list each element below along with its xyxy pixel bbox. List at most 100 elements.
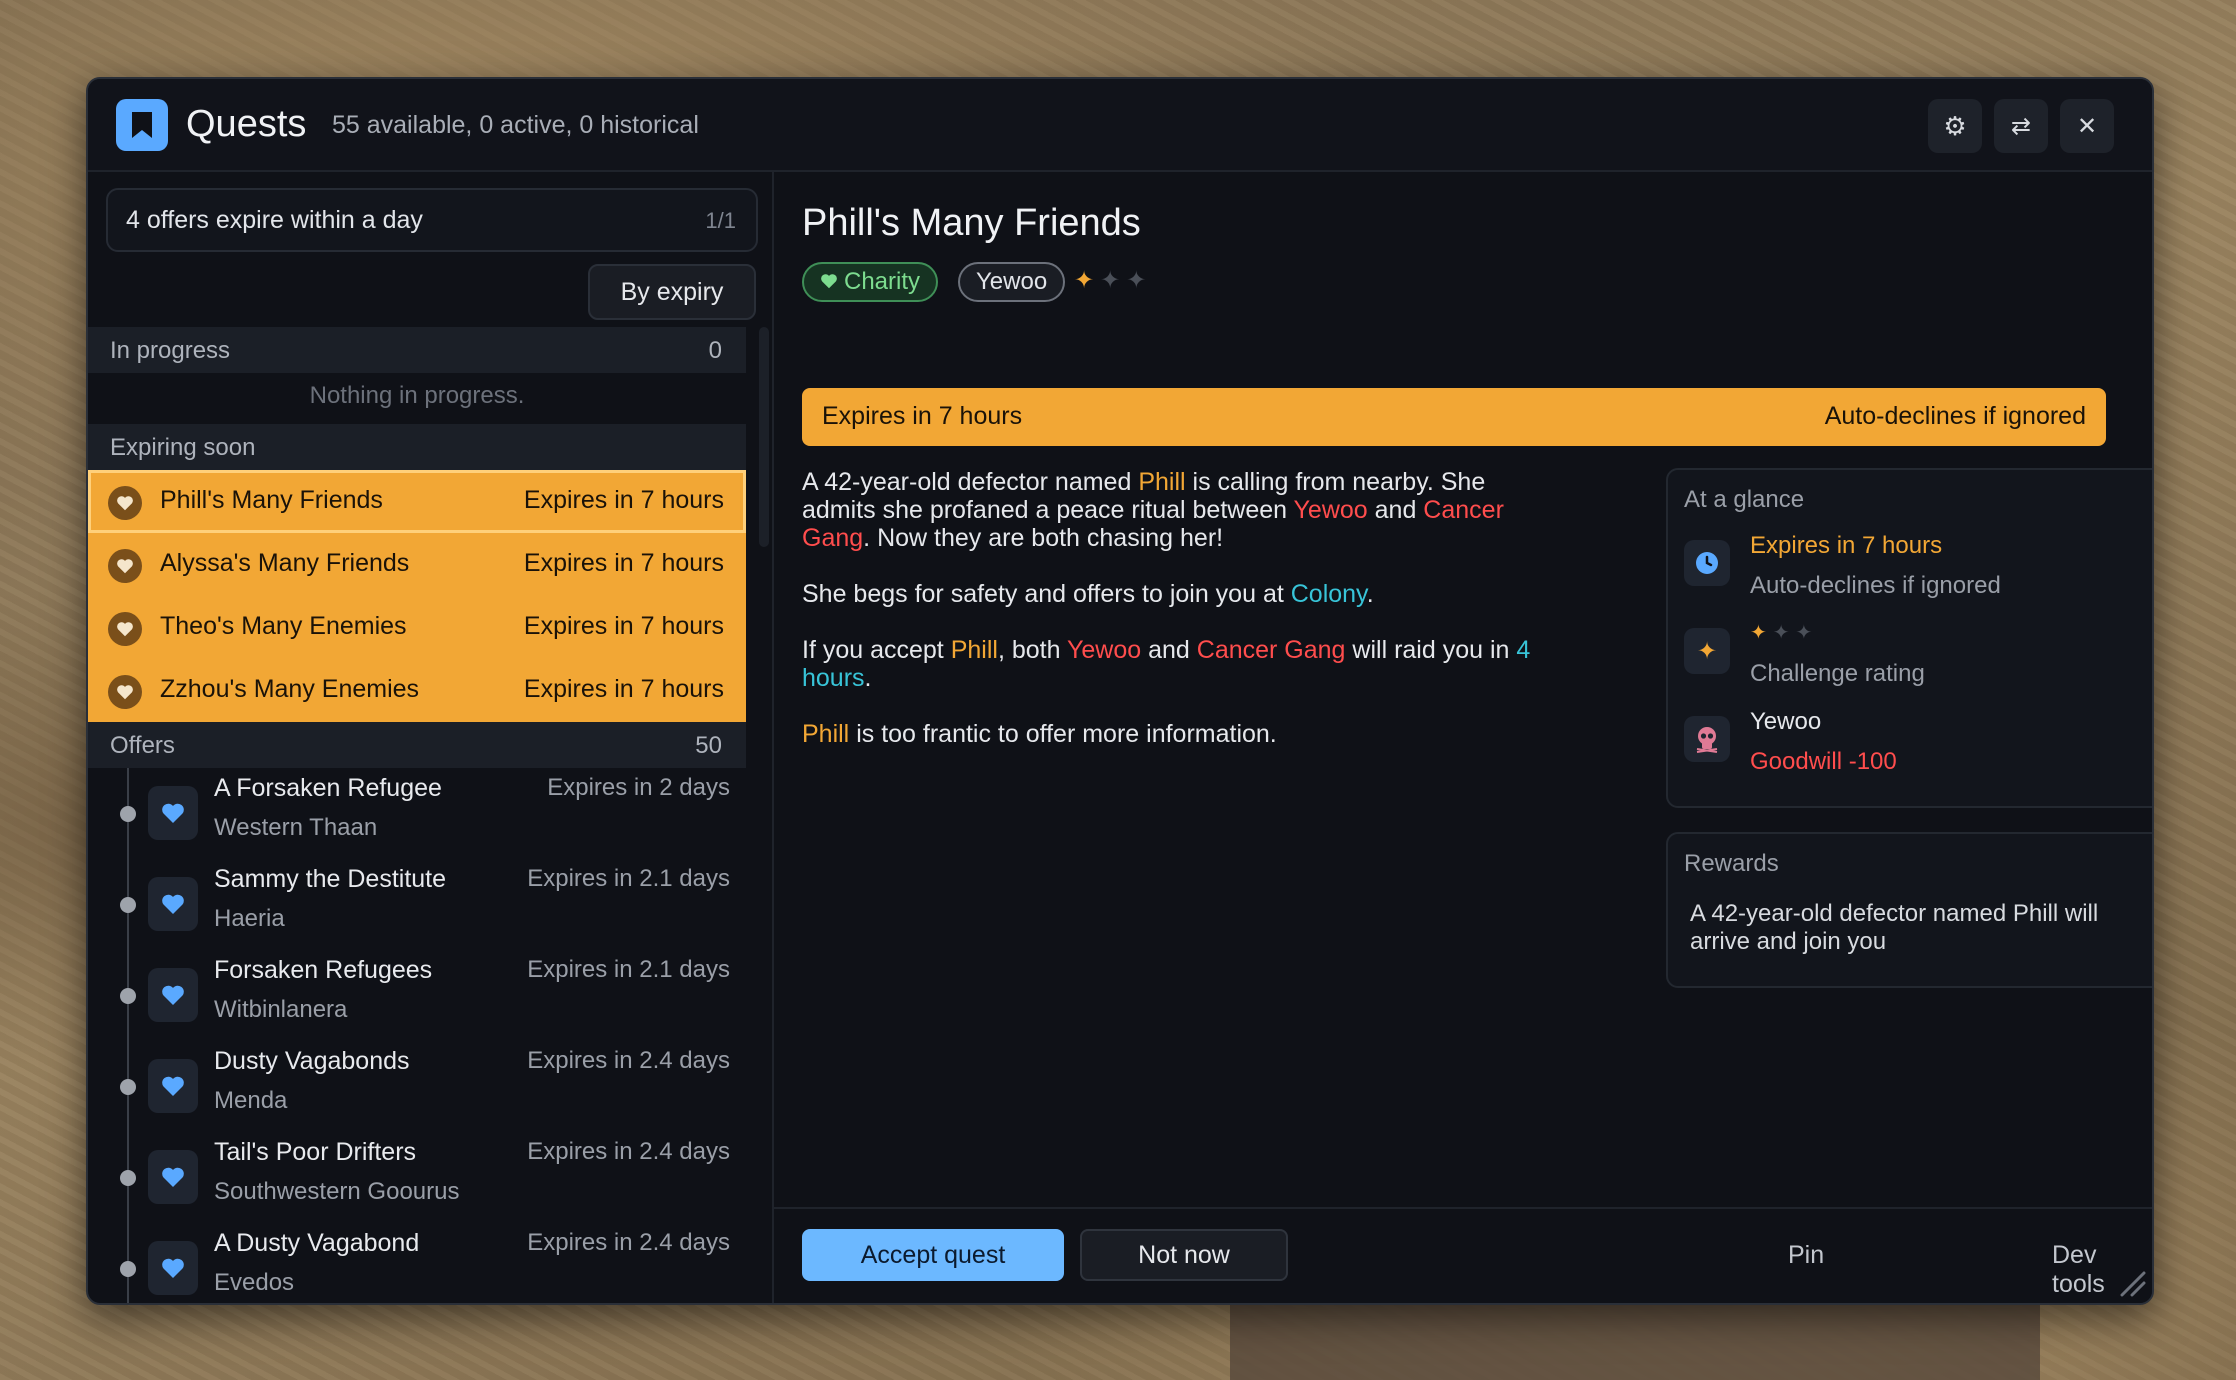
- quest-expiry: Expires in 2.4 days: [527, 1047, 730, 1074]
- quest-name: A Dusty Vagabond: [214, 1229, 420, 1257]
- quest-name: Forsaken Refugees: [214, 956, 433, 984]
- glance-expiry: Expires in 7 hours: [1750, 532, 1943, 559]
- quest-expiry: Expires in 7 hours: [523, 612, 724, 640]
- gear-icon: ⚙: [1943, 110, 1967, 141]
- not-now-button[interactable]: Not now: [1080, 1229, 1288, 1281]
- quest-expiry: Expires in 2.4 days: [527, 1229, 730, 1256]
- quest-name: Theo's Many Enemies: [160, 612, 407, 640]
- star-icon: ✦: [1074, 267, 1101, 294]
- quest-description: A 42-year-old defector named Phill is ca…: [802, 468, 1532, 776]
- list-item[interactable]: Alyssa's Many Friends Expires in 7 hours: [88, 533, 746, 596]
- resize-handle-icon[interactable]: [2116, 1267, 2146, 1297]
- list-item[interactable]: Theo's Many Enemies Expires in 7 hours: [88, 596, 746, 659]
- list-item[interactable]: Dusty Vagabonds Menda Expires in 2.4 day…: [88, 1041, 746, 1132]
- section-offers: Offers 50: [88, 722, 746, 768]
- faction-tag[interactable]: Yewoo: [958, 262, 1066, 302]
- quest-expiry: Expires in 2.4 days: [527, 1138, 730, 1165]
- challenge-stars: ✦✦✦: [1074, 266, 1152, 295]
- glance-goodwill: Goodwill -100: [1750, 748, 1897, 775]
- glance-faction[interactable]: Yewoo: [1750, 708, 1821, 736]
- card-header: Rewards: [1684, 850, 1779, 877]
- quest-name: Tail's Poor Drifters: [214, 1138, 417, 1166]
- map-structure: [1230, 1300, 2040, 1380]
- description-paragraph: If you accept Phill, both Yewoo and Canc…: [802, 636, 1531, 692]
- list-item[interactable]: Forsaken Refugees Witbinlanera Expires i…: [88, 950, 746, 1041]
- close-button[interactable]: ✕: [2060, 99, 2114, 153]
- heart-icon: [108, 675, 142, 709]
- quest-name: Zzhou's Many Enemies: [160, 675, 420, 703]
- sort-by-expiry-button[interactable]: By expiry: [588, 264, 756, 320]
- section-count: 0: [708, 337, 722, 364]
- star-icon: ✦: [1684, 628, 1730, 674]
- swap-button[interactable]: ⇄: [1994, 99, 2048, 153]
- heart-icon: [148, 877, 198, 931]
- heart-icon: [108, 486, 142, 520]
- list-item[interactable]: Phill's Many Friends Expires in 7 hours: [88, 470, 746, 533]
- bullet: [120, 1170, 136, 1186]
- quest-name: Phill's Many Friends: [160, 486, 383, 514]
- settings-button[interactable]: ⚙: [1928, 99, 1982, 153]
- quest-expiry: Expires in 2.1 days: [527, 865, 730, 892]
- heart-icon: [148, 786, 198, 840]
- star-icon: ✦: [1100, 267, 1127, 294]
- quest-location: Witbinlanera: [214, 996, 348, 1023]
- action-bar: Accept quest Not now Pin Dev tools: [774, 1207, 2152, 1303]
- quest-expiry: Expires in 7 hours: [523, 549, 724, 577]
- at-a-glance-card: At a glance Expires in 7 hours Auto-decl…: [1666, 468, 2152, 808]
- filter-count: 1/1: [705, 208, 736, 233]
- glance-autodecline: Auto-declines if ignored: [1750, 572, 2001, 599]
- quest-expiry: Expires in 7 hours: [523, 675, 724, 703]
- pin-button[interactable]: Pin: [1788, 1241, 1824, 1270]
- heart-icon: [820, 268, 838, 296]
- star-icon: ✦: [1795, 622, 1819, 644]
- quest-expiry: Expires in 7 hours: [523, 486, 724, 514]
- description-paragraph: A 42-year-old defector named Phill is ca…: [802, 468, 1504, 552]
- quest-location: Southwestern Goourus: [214, 1178, 460, 1205]
- heart-icon: [148, 968, 198, 1022]
- quest-title: Phill's Many Friends: [802, 202, 1141, 244]
- list-item[interactable]: Zzhou's Many Enemies Expires in 7 hours: [88, 659, 746, 722]
- bullet: [120, 1261, 136, 1277]
- empty-message: Nothing in progress.: [309, 382, 525, 409]
- quest-name: A Forsaken Refugee: [214, 774, 442, 802]
- bullet: [120, 1079, 136, 1095]
- bullet: [120, 806, 136, 822]
- quest-name: Dusty Vagabonds: [214, 1047, 410, 1075]
- quest-counts: 55 available, 0 active, 0 historical: [332, 111, 699, 139]
- list-scrollbar[interactable]: [759, 327, 769, 547]
- bookmark-icon: [116, 99, 168, 151]
- heart-icon: [148, 1150, 198, 1204]
- section-count: 50: [695, 732, 722, 759]
- list-item[interactable]: A Dusty Vagabond Evedos Expires in 2.4 d…: [88, 1223, 746, 1303]
- list-item[interactable]: Tail's Poor Drifters Southwestern Goouru…: [88, 1132, 746, 1223]
- quest-name: Sammy the Destitute: [214, 865, 447, 893]
- heart-icon: [148, 1059, 198, 1113]
- quest-location: Haeria: [214, 905, 285, 932]
- title-bar: Quests 55 available, 0 active, 0 histori…: [88, 79, 2152, 172]
- window-title: Quests: [186, 103, 307, 145]
- star-icon: ✦: [1126, 267, 1153, 294]
- list-item[interactable]: A Forsaken Refugee Western Thaan Expires…: [88, 768, 746, 859]
- charity-tag: Charity: [802, 262, 939, 302]
- list-item[interactable]: Sammy the Destitute Haeria Expires in 2.…: [88, 859, 746, 950]
- star-icon: ✦: [1750, 622, 1773, 644]
- bullet: [120, 988, 136, 1004]
- accept-quest-button[interactable]: Accept quest: [802, 1229, 1064, 1281]
- rewards-card: Rewards A 42-year-old defector named Phi…: [1666, 832, 2152, 988]
- expiry-banner: Expires in 7 hours Auto-declines if igno…: [802, 388, 2106, 446]
- tag-label: Charity: [844, 268, 921, 295]
- quest-location: Western Thaan: [214, 814, 378, 841]
- card-header: At a glance: [1684, 486, 1805, 513]
- heart-icon: [148, 1241, 198, 1295]
- glance-stars: ✦✦✦: [1750, 620, 1818, 645]
- section-expiring-soon: Expiring soon: [88, 424, 746, 470]
- filter-text: 4 offers expire within a day: [126, 206, 423, 234]
- glance-challenge-label: Challenge rating: [1750, 660, 1925, 687]
- skull-icon: [1684, 716, 1730, 762]
- quest-filter-input[interactable]: 4 offers expire within a day 1/1: [106, 188, 758, 252]
- quest-expiry: Expires in 2.1 days: [527, 956, 730, 983]
- close-icon: ✕: [2076, 112, 2098, 140]
- section-in-progress: In progress 0: [88, 327, 746, 373]
- bullet: [120, 897, 136, 913]
- section-label: In progress: [110, 337, 231, 364]
